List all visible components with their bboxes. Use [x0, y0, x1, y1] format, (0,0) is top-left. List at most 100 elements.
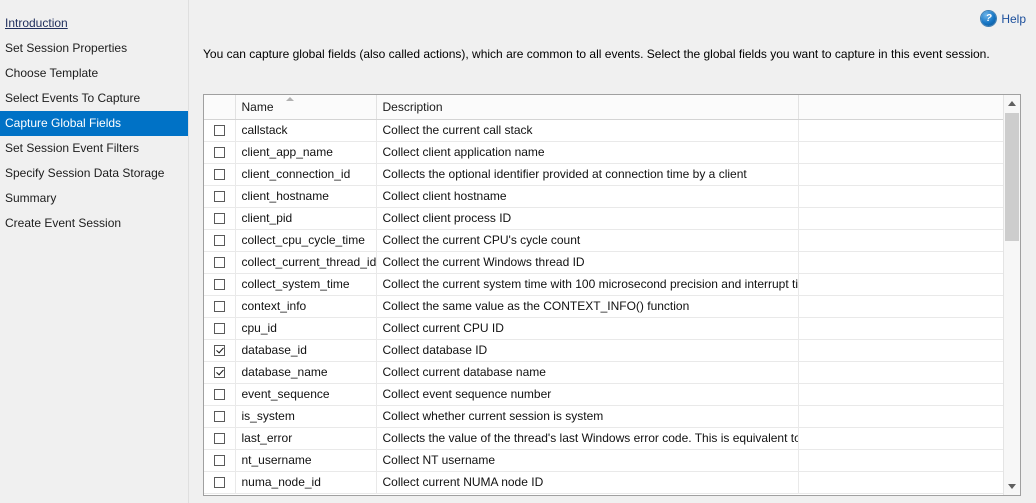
checkbox-unchecked[interactable]: [213, 147, 225, 159]
cell-name: client_hostname: [235, 185, 377, 208]
global-fields-grid-viewport: Name Description callstack Collect the cu…: [204, 95, 1003, 495]
cell-filler: [798, 185, 1003, 208]
checkbox-unchecked[interactable]: [213, 455, 225, 467]
table-row[interactable]: cpu_id Collect current CPU ID: [204, 317, 1003, 340]
checkbox-unchecked[interactable]: [213, 191, 225, 203]
row-checkbox-cell[interactable]: [204, 405, 236, 428]
cell-name: client_pid: [235, 207, 377, 230]
checkbox-unchecked[interactable]: [213, 411, 225, 423]
table-row[interactable]: event_sequence Collect event sequence num…: [204, 383, 1003, 406]
table-row[interactable]: callstack Collect the current call stack: [204, 119, 1003, 142]
cell-description: Collect client application name: [376, 141, 799, 164]
cell-filler: [798, 207, 1003, 230]
checkbox-checked[interactable]: [213, 345, 225, 357]
cell-filler: [798, 317, 1003, 340]
checkbox-unchecked[interactable]: [213, 279, 225, 291]
cell-name: collect_system_time: [235, 273, 377, 296]
checkbox-unchecked[interactable]: [213, 213, 225, 225]
checkbox-unchecked[interactable]: [213, 257, 225, 269]
checkbox-unchecked[interactable]: [213, 235, 225, 247]
row-checkbox-cell[interactable]: [204, 229, 236, 252]
table-row[interactable]: is_system Collect whether current session…: [204, 405, 1003, 428]
instruction-text: You can capture global fields (also call…: [203, 47, 990, 61]
sidebar-item-set-session-properties[interactable]: Set Session Properties: [0, 36, 188, 61]
cell-name: collect_cpu_cycle_time: [235, 229, 377, 252]
table-row[interactable]: client_app_name Collect client applicatio…: [204, 141, 1003, 164]
cell-name: event_sequence: [235, 383, 377, 406]
table-row[interactable]: collect_current_thread_id Collect the cur…: [204, 251, 1003, 274]
table-row[interactable]: nt_username Collect NT username: [204, 449, 1003, 472]
row-checkbox-cell[interactable]: [204, 427, 236, 450]
table-row[interactable]: last_error Collects the value of the thre…: [204, 427, 1003, 450]
help-link[interactable]: ? Help: [981, 11, 1026, 26]
cell-name: collect_current_thread_id: [235, 251, 377, 274]
sidebar-item-choose-template[interactable]: Choose Template: [0, 61, 188, 86]
vertical-scrollbar[interactable]: [1003, 95, 1020, 495]
cell-filler: [798, 471, 1003, 494]
row-checkbox-cell[interactable]: [204, 251, 236, 274]
cell-description: Collect NT username: [376, 449, 799, 472]
cell-name: cpu_id: [235, 317, 377, 340]
row-checkbox-cell[interactable]: [204, 141, 236, 164]
cell-description: Collect current NUMA node ID: [376, 471, 799, 494]
sidebar-item-set-session-event-filters[interactable]: Set Session Event Filters: [0, 136, 188, 161]
checkbox-unchecked[interactable]: [213, 125, 225, 137]
cell-description: Collect the current Windows thread ID: [376, 251, 799, 274]
row-checkbox-cell[interactable]: [204, 361, 236, 384]
column-header-description[interactable]: Description: [376, 95, 799, 120]
table-row[interactable]: client_pid Collect client process ID: [204, 207, 1003, 230]
checkbox-unchecked[interactable]: [213, 301, 225, 313]
row-checkbox-cell[interactable]: [204, 383, 236, 406]
table-row[interactable]: database_name Collect current database na…: [204, 361, 1003, 384]
cell-name: client_app_name: [235, 141, 377, 164]
cell-filler: [798, 273, 1003, 296]
column-header-name[interactable]: Name: [235, 95, 377, 120]
sidebar-item-specify-session-data-storage[interactable]: Specify Session Data Storage: [0, 161, 188, 186]
column-header-select[interactable]: [204, 95, 236, 120]
cell-description: Collect client hostname: [376, 185, 799, 208]
cell-name: database_id: [235, 339, 377, 362]
table-row[interactable]: context_info Collect the same value as th…: [204, 295, 1003, 318]
sidebar-item-introduction[interactable]: Introduction: [0, 11, 188, 36]
sidebar-item-capture-global-fields[interactable]: Capture Global Fields: [0, 111, 188, 136]
scrollbar-thumb[interactable]: [1005, 113, 1019, 241]
table-row[interactable]: collect_system_time Collect the current s…: [204, 273, 1003, 296]
cell-name: last_error: [235, 427, 377, 450]
table-row[interactable]: numa_node_id Collect current NUMA node ID: [204, 471, 1003, 494]
global-fields-table: Name Description callstack Collect the cu…: [204, 95, 1003, 494]
row-checkbox-cell[interactable]: [204, 163, 236, 186]
row-checkbox-cell[interactable]: [204, 449, 236, 472]
cell-name: context_info: [235, 295, 377, 318]
sidebar-item-create-event-session[interactable]: Create Event Session: [0, 211, 188, 236]
cell-description: Collects the optional identifier provide…: [376, 163, 799, 186]
row-checkbox-cell[interactable]: [204, 207, 236, 230]
checkbox-checked[interactable]: [213, 367, 225, 379]
sidebar-item-summary[interactable]: Summary: [0, 186, 188, 211]
sort-ascending-icon: [285, 97, 294, 101]
row-checkbox-cell[interactable]: [204, 339, 236, 362]
row-checkbox-cell[interactable]: [204, 273, 236, 296]
cell-filler: [798, 339, 1003, 362]
cell-description: Collect event sequence number: [376, 383, 799, 406]
cell-filler: [798, 361, 1003, 384]
checkbox-unchecked[interactable]: [213, 477, 225, 489]
row-checkbox-cell[interactable]: [204, 119, 236, 142]
table-row[interactable]: database_id Collect database ID: [204, 339, 1003, 362]
cell-description: Collect the current system time with 100…: [376, 273, 799, 296]
wizard-step-sidebar: Introduction Set Session Properties Choose…: [0, 0, 189, 503]
checkbox-unchecked[interactable]: [213, 433, 225, 445]
chevron-up-icon[interactable]: [1004, 95, 1020, 112]
row-checkbox-cell[interactable]: [204, 295, 236, 318]
table-row[interactable]: client_hostname Collect client hostname: [204, 185, 1003, 208]
checkbox-unchecked[interactable]: [213, 389, 225, 401]
row-checkbox-cell[interactable]: [204, 471, 236, 494]
checkbox-unchecked[interactable]: [213, 323, 225, 335]
checkbox-unchecked[interactable]: [213, 169, 225, 181]
sidebar-item-select-events-to-capture[interactable]: Select Events To Capture: [0, 86, 188, 111]
table-row[interactable]: collect_cpu_cycle_time Collect the curren…: [204, 229, 1003, 252]
row-checkbox-cell[interactable]: [204, 317, 236, 340]
row-checkbox-cell[interactable]: [204, 185, 236, 208]
cell-description: Collect whether current session is syste…: [376, 405, 799, 428]
chevron-down-icon[interactable]: [1004, 478, 1020, 495]
table-row[interactable]: client_connection_id Collects the optiona…: [204, 163, 1003, 186]
